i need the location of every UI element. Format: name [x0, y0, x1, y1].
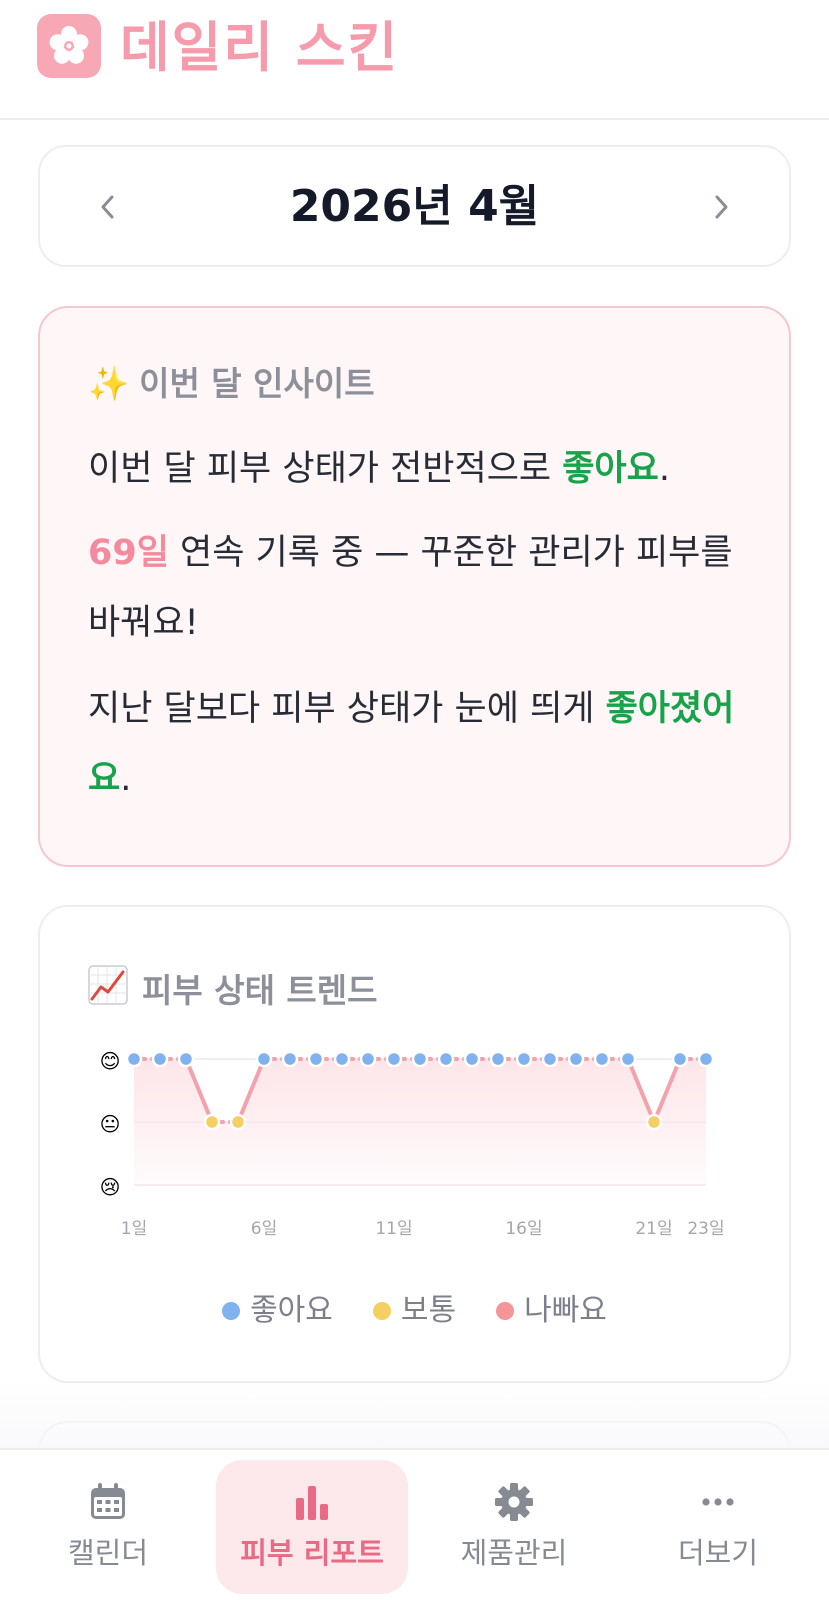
insight-summary-period: .: [658, 449, 670, 489]
data-point: [697, 1050, 715, 1068]
legend-label: 보통: [400, 1293, 457, 1328]
x-tick-label: 11일: [375, 1219, 412, 1239]
app-header: 데일리 스킨: [0, 0, 829, 120]
month-selector: 2026년 4월: [38, 145, 791, 267]
trend-card: 😊 😐 😢 1일 6일 11일 16일 21일 23일 피부 상태 트렌드 좋아요 보통 나빠요: [38, 905, 791, 1383]
data-point: [645, 1113, 663, 1131]
chart-increasing-icon: [88, 965, 128, 1016]
data-point: [333, 1050, 351, 1068]
nav-label-calendar: 캘린더: [67, 1536, 149, 1570]
legend-label: 좋아요: [250, 1293, 333, 1328]
x-tick-label: 6일: [251, 1219, 277, 1239]
data-point: [541, 1050, 559, 1068]
data-point: [593, 1050, 611, 1068]
streak-count: 69일: [88, 533, 169, 573]
legend-item: 보통: [372, 1289, 457, 1333]
y-level-label: 😐: [100, 1112, 121, 1136]
data-point: [229, 1113, 247, 1131]
data-point: [671, 1050, 689, 1068]
x-tick-label: 23일: [687, 1219, 724, 1239]
data-point: [411, 1050, 429, 1068]
insight-title-text: 이번 달 인사이트: [139, 364, 375, 403]
data-point: [307, 1050, 325, 1068]
trend-title: 피부 상태 트렌드: [88, 965, 378, 1016]
data-point: [619, 1050, 637, 1068]
legend-label: 나빠요: [524, 1293, 607, 1328]
nav-item-skin-report[interactable]: 피부 리포트: [216, 1460, 408, 1594]
data-point: [515, 1050, 533, 1068]
gear-icon: [495, 1483, 533, 1521]
insight-comparison-text: 지난 달보다 피부 상태가 눈에 띄게: [88, 689, 606, 729]
insight-streak: 69일 연속 기록 중 — 꾸준한 관리가 피부를 바꿔요!: [88, 518, 748, 658]
nav-item-calendar[interactable]: 캘린더: [12, 1460, 204, 1594]
insight-comparison-period: .: [120, 759, 132, 799]
data-point: [125, 1050, 143, 1068]
nav-item-products[interactable]: 제품관리: [418, 1460, 610, 1594]
insight-streak-text: 연속 기록 중 — 꾸준한 관리가 피부를 바꿔요!: [88, 533, 733, 643]
data-point: [281, 1050, 299, 1068]
nav-label-products: 제품관리: [460, 1536, 568, 1570]
legend-item: 좋아요: [222, 1289, 333, 1333]
trend-title-text: 피부 상태 트렌드: [142, 970, 378, 1010]
data-point: [359, 1050, 377, 1068]
data-point: [151, 1050, 169, 1068]
app-title: 데일리 스킨: [120, 16, 400, 79]
chevron-right-icon[interactable]: [699, 185, 743, 229]
legend-dot: [222, 1302, 241, 1320]
data-point: [437, 1050, 455, 1068]
x-tick-label: 1일: [121, 1219, 147, 1239]
calendar-icon: [91, 1483, 125, 1519]
insight-card: ✨ 이번 달 인사이트 이번 달 피부 상태가 전반적으로 좋아요. 69일 연속…: [38, 306, 791, 867]
cherry-blossom-icon: [37, 14, 101, 78]
insight-summary-highlight: 좋아요: [562, 449, 659, 489]
scroll-fade: [0, 1380, 829, 1450]
data-point: [203, 1113, 221, 1131]
x-tick-label: 16일: [505, 1219, 542, 1239]
y-level-label: 😊: [100, 1049, 121, 1073]
data-point: [567, 1050, 585, 1068]
data-point: [489, 1050, 507, 1068]
insight-title: ✨ 이번 달 인사이트: [88, 362, 375, 406]
y-level-label: 😢: [100, 1175, 121, 1199]
legend-dot: [496, 1302, 515, 1320]
data-point: [255, 1050, 273, 1068]
data-point: [385, 1050, 403, 1068]
insight-comparison: 지난 달보다 피부 상태가 눈에 띄게 좋아졌어요.: [88, 674, 748, 814]
insight-summary: 이번 달 피부 상태가 전반적으로 좋아요.: [88, 434, 748, 504]
sparkles-icon: ✨: [88, 364, 130, 403]
nav-label-skin-report: 피부 리포트: [240, 1536, 384, 1570]
data-point: [463, 1050, 481, 1068]
month-label: 2026년 4월: [289, 181, 540, 232]
insight-summary-text: 이번 달 피부 상태가 전반적으로: [88, 449, 563, 489]
more-dots-icon: [702, 1498, 734, 1506]
bottom-nav: 캘린더 피부 리포트 제품관리 더보기: [0, 1448, 829, 1600]
chart-legend: 좋아요 보통 나빠요: [40, 1289, 789, 1333]
nav-label-more: 더보기: [677, 1536, 759, 1570]
nav-item-more[interactable]: 더보기: [622, 1460, 814, 1594]
legend-item: 나빠요: [496, 1289, 607, 1333]
data-point: [177, 1050, 195, 1068]
bar-chart-icon: [296, 1486, 328, 1520]
legend-dot: [372, 1302, 391, 1320]
x-tick-label: 21일: [635, 1219, 672, 1239]
